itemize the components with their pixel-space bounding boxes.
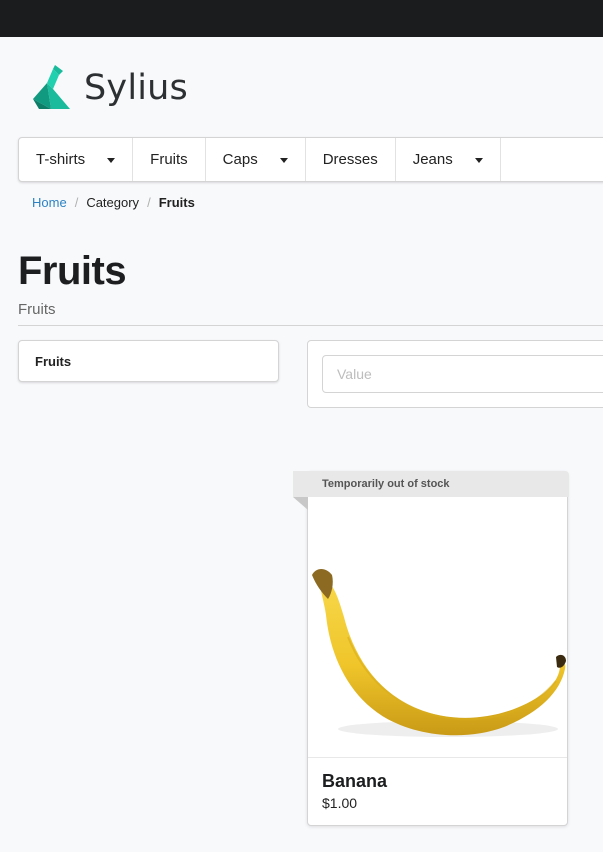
caret-down-icon bbox=[107, 157, 116, 163]
banana-image[interactable] bbox=[308, 497, 567, 758]
brand-name: Sylius bbox=[84, 68, 188, 108]
product-price: $1.00 bbox=[322, 795, 358, 811]
caret-down-icon bbox=[279, 157, 288, 163]
breadcrumb: Home / Category / Fruits bbox=[32, 195, 195, 210]
product-name[interactable]: Banana bbox=[322, 771, 387, 792]
sidebar-item-label: Fruits bbox=[35, 353, 72, 369]
ribbon-fold bbox=[293, 497, 308, 510]
main-menu: T-shirts Fruits Caps Dresses Jeans bbox=[18, 137, 603, 182]
logo[interactable]: Sylius bbox=[31, 64, 188, 112]
menu-item-label: Jeans bbox=[412, 151, 453, 168]
page-title: Fruits bbox=[18, 249, 127, 293]
breadcrumb-current: Fruits bbox=[158, 195, 195, 210]
breadcrumb-home-link[interactable]: Home bbox=[32, 195, 67, 210]
stock-ribbon: Temporarily out of stock bbox=[293, 471, 569, 497]
banana-icon bbox=[312, 569, 566, 737]
sidebar-item-fruits[interactable]: Fruits bbox=[18, 340, 279, 382]
breadcrumb-separator: / bbox=[74, 195, 79, 210]
filter-panel bbox=[307, 340, 603, 408]
menu-item-tshirts[interactable]: T-shirts bbox=[19, 138, 134, 181]
menu-item-dresses[interactable]: Dresses bbox=[306, 138, 396, 181]
filter-value-input[interactable] bbox=[322, 355, 603, 393]
divider bbox=[18, 325, 603, 326]
menu-item-label: T-shirts bbox=[36, 151, 86, 168]
menu-item-fruits[interactable]: Fruits bbox=[133, 138, 206, 181]
menu-item-label: Fruits bbox=[150, 151, 188, 168]
product-card[interactable]: Temporarily out of stock Banana $1.00 bbox=[293, 471, 569, 826]
menu-item-jeans[interactable]: Jeans bbox=[396, 138, 501, 181]
breadcrumb-separator: / bbox=[147, 195, 151, 210]
menu-item-caps[interactable]: Caps bbox=[206, 138, 306, 181]
top-bar bbox=[0, 0, 603, 37]
sylius-logo-icon bbox=[33, 65, 70, 109]
caret-down-icon bbox=[474, 157, 483, 163]
menu-item-label: Caps bbox=[222, 151, 258, 168]
menu-item-label: Dresses bbox=[322, 151, 378, 168]
breadcrumb-category: Category bbox=[86, 195, 140, 210]
page-subtitle: Fruits bbox=[18, 301, 56, 318]
ribbon-label: Temporarily out of stock bbox=[322, 478, 450, 490]
